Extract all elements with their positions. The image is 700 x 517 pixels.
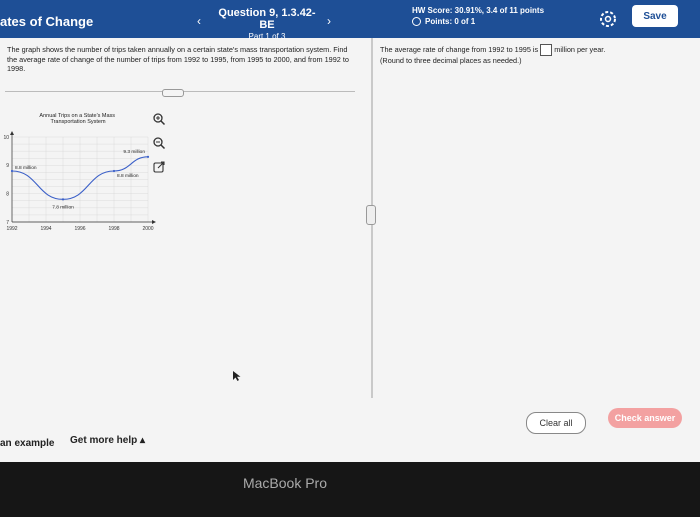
clear-all-button[interactable]: Clear all (526, 412, 586, 434)
x-tick-label: 1998 (108, 226, 119, 232)
part-indicator: Part 1 of 3 (248, 32, 286, 41)
question-number: Question 9, 1.3.42-BE (218, 7, 316, 31)
answer-text-before: The average rate of change from 1992 to … (380, 44, 539, 54)
pane-resize-handle[interactable] (366, 205, 376, 225)
x-tick-label: 1994 (40, 226, 51, 232)
chart-tools (152, 112, 172, 184)
points-text: Points: 0 of 1 (425, 17, 476, 26)
collapse-handle[interactable] (162, 89, 184, 97)
data-point (112, 169, 116, 173)
answer-input[interactable] (540, 44, 553, 56)
question-prompt: The graph shows the number of trips take… (7, 45, 349, 73)
x-tick-label: 1992 (6, 226, 17, 232)
score-panel: HW Score: 30.91%, 3.4 of 11 points Point… (412, 6, 544, 26)
y-tick-label: 10 (3, 135, 9, 141)
data-label: 8.8 million (117, 173, 139, 179)
zoom-in-icon[interactable] (152, 112, 166, 126)
gear-icon[interactable] (598, 9, 618, 29)
x-axis-arrow (152, 220, 156, 224)
get-more-help-button[interactable]: Get more help ▴ (70, 435, 145, 446)
question-indicator: Question 9, 1.3.42-BE Part 1 of 3 (212, 7, 322, 41)
data-point (10, 169, 14, 173)
x-tick-label: 2000 (142, 226, 153, 232)
answer-panel: The average rate of change from 1992 to … (380, 44, 680, 66)
y-tick-label: 9 (6, 163, 9, 169)
data-label: 8.8 million (15, 165, 37, 171)
rounding-instruction: (Round to three decimal places as needed… (380, 56, 522, 65)
data-label: 9.3 million (123, 149, 145, 155)
chart-title-line-2: Transportation System (50, 119, 106, 125)
next-question-button[interactable]: › (316, 11, 342, 31)
mouse-cursor-icon (233, 371, 241, 381)
screen: ates of Change ‹ Question 9, 1.3.42-BE P… (0, 0, 700, 462)
zoom-out-icon[interactable] (152, 136, 166, 150)
chart-title: Annual Trips on a State's Mass Transport… (39, 113, 116, 125)
save-button[interactable]: Save (632, 5, 678, 27)
page-title: ates of Change (0, 14, 94, 29)
y-tick-label: 8 (6, 191, 9, 197)
view-example-link[interactable]: an example (0, 438, 54, 449)
check-answer-button[interactable]: Check answer (608, 408, 682, 428)
data-label: 7.8 million (52, 204, 74, 210)
hw-score: HW Score: 30.91%, 3.4 of 11 points (412, 6, 545, 15)
device-brand-label: MacBook Pro (242, 475, 328, 491)
open-external-icon[interactable] (152, 160, 166, 174)
data-point (146, 155, 150, 158)
header-bar: ates of Change ‹ Question 9, 1.3.42-BE P… (0, 0, 700, 41)
points-circle-icon (412, 17, 421, 26)
y-axis-arrow (10, 131, 14, 135)
answer-unit: million per year. (554, 44, 606, 54)
points-row: Points: 0 of 1 (412, 17, 544, 26)
y-tick-label: 7 (6, 220, 9, 226)
previous-question-button[interactable]: ‹ (186, 11, 212, 31)
answer-line: The average rate of change from 1992 to … (380, 44, 680, 56)
data-point (61, 198, 65, 201)
x-tick-label: 1996 (74, 226, 85, 232)
